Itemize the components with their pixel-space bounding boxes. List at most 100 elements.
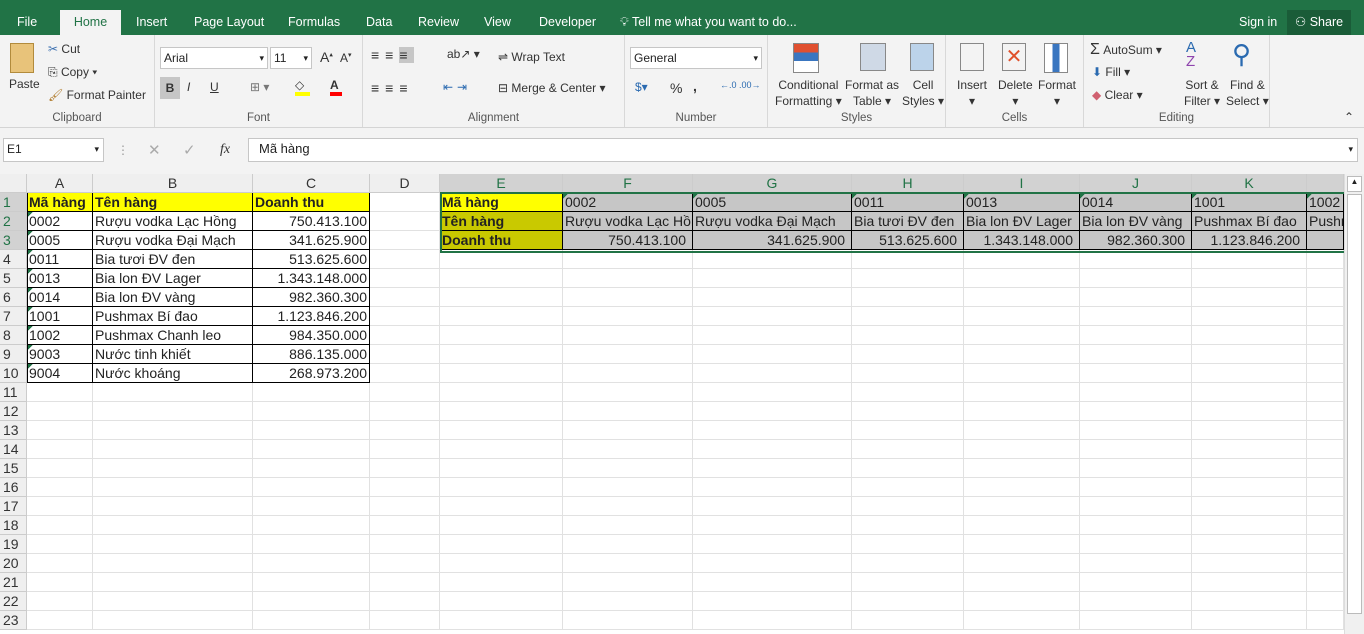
cell[interactable] xyxy=(693,554,852,573)
cell[interactable] xyxy=(964,421,1080,440)
cell[interactable] xyxy=(370,535,440,554)
cell[interactable] xyxy=(1192,440,1307,459)
cell[interactable] xyxy=(1080,250,1192,269)
row-header[interactable]: 9 xyxy=(0,345,27,364)
cell[interactable] xyxy=(1080,478,1192,497)
cell[interactable] xyxy=(693,611,852,630)
cell[interactable] xyxy=(852,307,964,326)
transposed-code[interactable]: 0002 xyxy=(563,193,693,212)
cell[interactable] xyxy=(253,402,370,421)
transposed-code[interactable]: 0005 xyxy=(693,193,852,212)
cell[interactable] xyxy=(440,345,563,364)
cell[interactable] xyxy=(93,459,253,478)
cell[interactable] xyxy=(1307,535,1344,554)
column-header[interactable]: D xyxy=(370,174,440,193)
row-header[interactable]: 22 xyxy=(0,592,27,611)
table-cell[interactable]: 886.135.000 xyxy=(253,345,370,364)
cell[interactable] xyxy=(1080,554,1192,573)
italic-button[interactable]: I xyxy=(187,80,190,94)
cell[interactable] xyxy=(693,288,852,307)
format-painter-button[interactable]: 🖌︎ Format Painter xyxy=(48,88,146,102)
cell[interactable] xyxy=(852,478,964,497)
cell[interactable] xyxy=(693,592,852,611)
cell[interactable] xyxy=(563,383,693,402)
cell[interactable] xyxy=(1192,288,1307,307)
row-header[interactable]: 8 xyxy=(0,326,27,345)
cell[interactable] xyxy=(563,364,693,383)
cell[interactable] xyxy=(253,497,370,516)
cell[interactable] xyxy=(27,421,93,440)
decrease-font-icon[interactable]: A▾ xyxy=(340,51,352,65)
transposed-name[interactable]: Pushmax Bí đao xyxy=(1192,212,1307,231)
cell[interactable] xyxy=(93,497,253,516)
cell[interactable] xyxy=(253,421,370,440)
transposed-label[interactable]: Doanh thu xyxy=(440,231,563,250)
row-header[interactable]: 11 xyxy=(0,383,27,402)
scroll-up-icon[interactable]: ▲ xyxy=(1347,176,1362,192)
fill-button[interactable]: ⬇ Fill ▾ xyxy=(1092,65,1130,79)
cell[interactable] xyxy=(1307,307,1344,326)
cell[interactable] xyxy=(563,497,693,516)
cell[interactable] xyxy=(93,402,253,421)
cell[interactable] xyxy=(93,421,253,440)
cell[interactable] xyxy=(440,250,563,269)
transposed-revenue[interactable]: 341.625.900 xyxy=(693,231,852,250)
indent-icons[interactable]: ⇤⇥ xyxy=(443,80,471,94)
row-header[interactable]: 13 xyxy=(0,421,27,440)
transposed-name[interactable]: Rượu vodka Lạc Hồng xyxy=(563,212,693,231)
cell[interactable] xyxy=(1307,478,1344,497)
cell[interactable] xyxy=(693,250,852,269)
cell[interactable] xyxy=(852,459,964,478)
cell[interactable] xyxy=(964,250,1080,269)
cell[interactable] xyxy=(693,383,852,402)
cell[interactable] xyxy=(93,611,253,630)
transposed-code[interactable]: 0011 xyxy=(852,193,964,212)
cell[interactable] xyxy=(693,516,852,535)
cell[interactable] xyxy=(27,516,93,535)
cell[interactable] xyxy=(1080,421,1192,440)
cell[interactable] xyxy=(563,459,693,478)
header-cell[interactable]: Tên hàng xyxy=(93,193,253,212)
cell[interactable] xyxy=(964,402,1080,421)
transposed-code[interactable]: 1002 xyxy=(1307,193,1344,212)
cell[interactable] xyxy=(852,402,964,421)
cell[interactable] xyxy=(693,478,852,497)
insert-button[interactable]: Insert ▾ xyxy=(957,77,987,109)
transposed-revenue[interactable]: 1.343.148.000 xyxy=(964,231,1080,250)
cell[interactable] xyxy=(370,402,440,421)
cell[interactable] xyxy=(1192,535,1307,554)
cell[interactable] xyxy=(440,497,563,516)
cell[interactable] xyxy=(93,592,253,611)
cell[interactable] xyxy=(563,611,693,630)
tab-page-layout[interactable]: Page Layout xyxy=(182,10,276,35)
cell[interactable] xyxy=(1080,573,1192,592)
table-cell[interactable]: 0011 xyxy=(27,250,93,269)
table-cell[interactable]: 984.350.000 xyxy=(253,326,370,345)
cell[interactable] xyxy=(852,421,964,440)
table-cell[interactable]: 982.360.300 xyxy=(253,288,370,307)
cell[interactable] xyxy=(1307,497,1344,516)
table-cell[interactable]: 513.625.600 xyxy=(253,250,370,269)
cell[interactable] xyxy=(1192,592,1307,611)
transposed-revenue[interactable]: 513.625.600 xyxy=(852,231,964,250)
cell[interactable] xyxy=(27,573,93,592)
cell[interactable] xyxy=(253,440,370,459)
cell[interactable] xyxy=(370,212,440,231)
format-as-table-button[interactable]: Format as Table ▾ xyxy=(845,77,899,109)
cell[interactable] xyxy=(1307,288,1344,307)
cell[interactable] xyxy=(1192,250,1307,269)
cell[interactable] xyxy=(852,535,964,554)
cancel-icon[interactable]: ✕ xyxy=(148,141,161,159)
table-cell[interactable]: Rượu vodka Lạc Hồng xyxy=(93,212,253,231)
cell[interactable] xyxy=(1080,288,1192,307)
cell[interactable] xyxy=(852,326,964,345)
cell[interactable] xyxy=(370,326,440,345)
cell[interactable] xyxy=(1192,573,1307,592)
cell[interactable] xyxy=(852,516,964,535)
row-header[interactable]: 19 xyxy=(0,535,27,554)
cell[interactable] xyxy=(563,307,693,326)
cell[interactable] xyxy=(253,383,370,402)
cell[interactable] xyxy=(253,516,370,535)
name-box[interactable]: E1 ▾ xyxy=(3,138,104,162)
cell[interactable] xyxy=(1080,364,1192,383)
